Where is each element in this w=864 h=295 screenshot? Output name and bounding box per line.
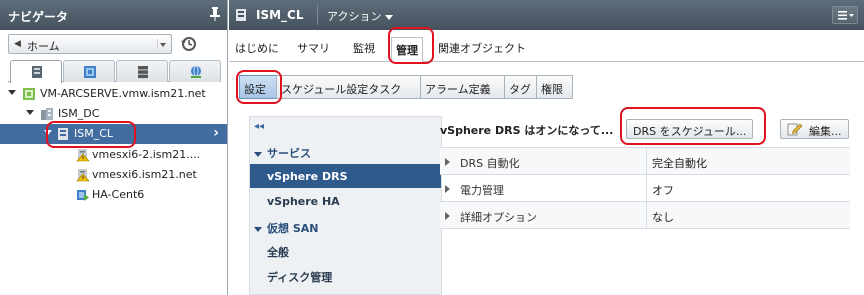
drs-settings-content: vSphere DRS はオンになって... DRS をスケジュール... 編集… (440, 116, 864, 295)
property-name: DRS 自動化 (460, 157, 520, 170)
edit-button-label: 編集... (809, 125, 842, 138)
subtab-alarm-definitions[interactable]: アラーム定義 (420, 75, 505, 99)
navigator-header: ナビゲータ (0, 0, 227, 30)
subtab-permissions[interactable]: 権限 (536, 75, 573, 99)
tab-storage[interactable] (116, 60, 168, 82)
tree-item-vm[interactable]: HA-Cent6 (0, 185, 227, 205)
networking-icon (191, 65, 201, 78)
vcenter-icon (23, 88, 35, 100)
back-arrow-icon: ◀ (14, 39, 21, 49)
tree-item-label: ISM_CL (74, 127, 114, 140)
tab-hosts-clusters[interactable] (10, 60, 62, 83)
tree-item-datacenter[interactable]: ISM_DC (0, 104, 227, 124)
column-divider (646, 148, 647, 175)
settings-item-vsphere-ha[interactable]: vSphere HA (250, 189, 441, 213)
expand-triangle-icon[interactable] (8, 90, 16, 95)
actions-label: アクション (327, 10, 382, 23)
drs-status-text: vSphere DRS はオンになって... (440, 124, 614, 137)
chevron-down-icon[interactable] (157, 39, 166, 49)
settings-item-vsphere-drs[interactable]: vSphere DRS (250, 164, 441, 188)
menu-icon[interactable] (832, 6, 858, 24)
settings-group-label: 仮想 SAN (267, 222, 319, 235)
navigator-panel: ナビゲータ ◀ ホーム VM-ARCSERVE.vmw.ism21.net IS… (0, 0, 228, 295)
cluster-icon (58, 128, 68, 140)
datacenter-icon (41, 108, 53, 120)
expand-triangle-icon[interactable] (445, 185, 450, 193)
property-value: オフ (652, 184, 674, 197)
history-icon[interactable] (180, 35, 198, 53)
object-title: ISM_CL (256, 8, 304, 22)
chevron-down-icon (385, 14, 394, 20)
drs-properties-table: DRS 自動化 完全自動化 電力管理 オフ 詳細オプション なし (440, 147, 850, 229)
edit-icon (787, 123, 803, 136)
tree-item-vcenter[interactable]: VM-ARCSERVE.vmw.ism21.net (0, 84, 227, 104)
tree-item-host[interactable]: vmesxi6-2.ism21.... (0, 145, 227, 165)
settings-item-general[interactable]: 全般 (250, 238, 441, 262)
expand-triangle-icon (254, 226, 262, 232)
expand-triangle-icon[interactable] (445, 158, 450, 166)
tree-item-label: ISM_DC (58, 107, 100, 120)
column-divider (646, 202, 647, 229)
tab-monitor[interactable]: 監視 (353, 40, 375, 56)
hosts-clusters-icon (32, 66, 42, 78)
subtab-tags[interactable]: タグ (504, 75, 537, 99)
vm-powered-on-icon (77, 190, 89, 201)
property-name: 電力管理 (460, 184, 504, 197)
expand-triangle-icon[interactable] (26, 110, 34, 115)
property-row[interactable]: 電力管理 オフ (440, 175, 850, 202)
vms-templates-icon (84, 66, 96, 78)
navigator-title: ナビゲータ (8, 10, 69, 24)
tree-item-label: vmesxi6.ism21.net (92, 168, 197, 181)
tree-item-label: HA-Cent6 (92, 188, 145, 201)
tree-item-host[interactable]: vmesxi6.ism21.net (0, 165, 227, 185)
expand-triangle-icon (254, 151, 262, 157)
settings-group-label: サービス (267, 147, 311, 160)
main-panel: ISM_CL アクション はじめに サマリ 監視 管理 関連オブジェクト 設定 … (229, 0, 864, 295)
subtab-settings[interactable]: 設定 (239, 75, 277, 99)
object-tab-bar: はじめに サマリ 監視 管理 関連オブジェクト (229, 34, 864, 63)
expand-triangle-icon[interactable] (445, 212, 450, 220)
settings-item-disk-management[interactable]: ディスク管理 (250, 263, 441, 287)
settings-nav: ◂◂ サービス vSphere DRS vSphere HA 仮想 SAN 全般… (249, 116, 442, 295)
property-value: なし (652, 211, 674, 224)
tab-getting-started[interactable]: はじめに (235, 40, 279, 56)
storage-icon (138, 66, 148, 79)
tab-manage[interactable]: 管理 (391, 37, 423, 63)
pin-icon[interactable] (209, 7, 221, 21)
schedule-drs-button[interactable]: DRS をスケジュール... (626, 119, 754, 139)
home-back-button[interactable]: ◀ ホーム (8, 34, 172, 54)
property-value: 完全自動化 (652, 157, 707, 170)
property-row[interactable]: 詳細オプション なし (440, 202, 850, 229)
chevron-right-icon[interactable]: › (213, 125, 219, 141)
home-label: ホーム (27, 40, 60, 53)
subtab-scheduled-tasks[interactable]: スケジュール設定タスク (276, 75, 421, 99)
host-warning-icon (76, 169, 90, 182)
tree-item-label: VM-ARCSERVE.vmw.ism21.net (40, 87, 206, 100)
header-divider (317, 5, 318, 25)
navigator-tab-strip (8, 60, 221, 83)
navigator-home-row: ◀ ホーム (8, 34, 220, 54)
tab-vms-templates[interactable] (63, 60, 115, 82)
property-name: 詳細オプション (460, 211, 537, 224)
settings-group-services[interactable]: サービス (254, 145, 311, 161)
settings-group-virtual-san[interactable]: 仮想 SAN (254, 220, 318, 236)
cluster-icon (236, 9, 246, 21)
column-divider (646, 175, 647, 202)
property-row[interactable]: DRS 自動化 完全自動化 (440, 148, 850, 175)
collapse-icon[interactable]: ◂◂ (254, 121, 264, 132)
expand-triangle-icon[interactable] (44, 130, 52, 135)
tree-item-cluster[interactable]: ISM_CL › (0, 124, 227, 144)
host-warning-icon (76, 149, 90, 162)
edit-button[interactable]: 編集... (780, 119, 849, 139)
object-header: ISM_CL アクション (229, 0, 864, 30)
tab-summary[interactable]: サマリ (297, 40, 330, 56)
tab-networking[interactable] (169, 60, 221, 82)
actions-menu[interactable]: アクション (327, 8, 394, 24)
tree-item-label: vmesxi6-2.ism21.... (92, 148, 201, 161)
tab-related-objects[interactable]: 関連オブジェクト (438, 40, 526, 56)
